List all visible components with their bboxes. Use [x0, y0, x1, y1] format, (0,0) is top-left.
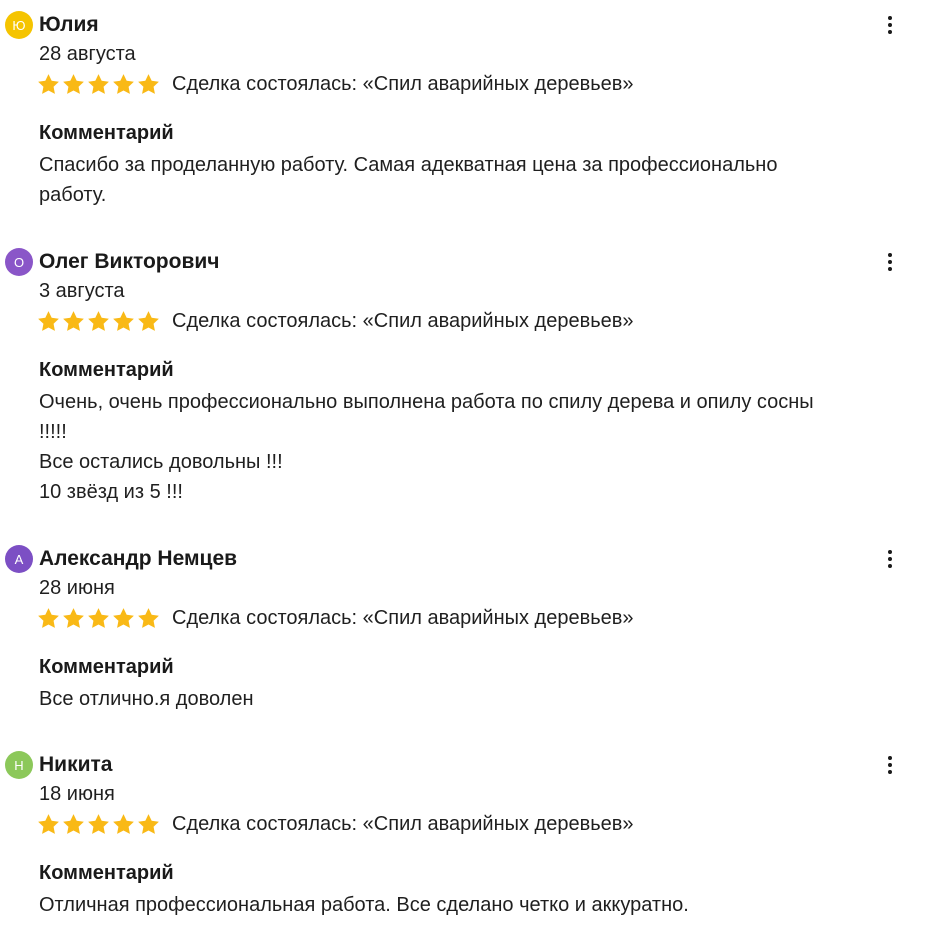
review-date: 28 августа [39, 43, 136, 65]
rating-row: Сделка состоялась: «Спил аварийных дерев… [37, 809, 634, 839]
comment-text: Все отлично.я доволен [39, 684, 899, 714]
comment-line: !!!!! [39, 421, 67, 443]
rating-row: Сделка состоялась: «Спил аварийных дерев… [37, 69, 634, 99]
rating-row: Сделка состоялась: «Спил аварийных дерев… [37, 306, 634, 336]
comment-heading: Комментарий [39, 656, 174, 678]
comment-heading: Комментарий [39, 862, 174, 884]
comment-line: Спасибо за проделанную работу. Самая аде… [39, 154, 778, 176]
avatar[interactable]: Н [5, 751, 33, 779]
star-rating [37, 310, 160, 333]
comment-heading: Комментарий [39, 122, 174, 144]
star-icon [113, 310, 134, 331]
star-icon [63, 310, 84, 331]
star-icon [88, 607, 109, 628]
comment-line: работу. [39, 184, 107, 206]
reviewer-name[interactable]: Олег Викторович [39, 246, 219, 278]
star-icon [63, 607, 84, 628]
star-icon [113, 73, 134, 94]
deal-status: Сделка состоялась: «Спил аварийных дерев… [172, 310, 634, 332]
star-icon [38, 310, 59, 331]
comment-line: 10 звёзд из 5 !!! [39, 481, 183, 503]
review-date: 3 августа [39, 280, 125, 302]
review-card: Н Никита 18 июня Сделка состоялась: «Спи… [0, 749, 925, 919]
star-icon [138, 813, 159, 834]
star-icon [63, 813, 84, 834]
comment-line: Все отлично.я доволен [39, 688, 254, 710]
star-icon [113, 607, 134, 628]
star-rating [37, 607, 160, 630]
avatar[interactable]: О [5, 248, 33, 276]
star-icon [38, 813, 59, 834]
comment-line: Все остались довольны !!! [39, 451, 283, 473]
more-options-icon[interactable] [878, 248, 902, 276]
star-icon [63, 73, 84, 94]
comment-heading: Комментарий [39, 359, 174, 381]
star-icon [113, 813, 134, 834]
star-icon [138, 310, 159, 331]
comment-text: Спасибо за проделанную работу. Самая аде… [39, 150, 899, 210]
star-icon [138, 607, 159, 628]
star-rating [37, 813, 160, 836]
star-icon [138, 73, 159, 94]
comment-text: Отличная профессиональная работа. Все сд… [39, 890, 899, 920]
more-options-icon[interactable] [878, 11, 902, 39]
deal-status: Сделка состоялась: «Спил аварийных дерев… [172, 73, 634, 95]
star-rating [37, 73, 160, 96]
star-icon [88, 73, 109, 94]
star-icon [38, 607, 59, 628]
deal-status: Сделка состоялась: «Спил аварийных дерев… [172, 607, 634, 629]
more-options-icon[interactable] [878, 751, 902, 779]
review-card: О Олег Викторович 3 августа Сделка состо… [0, 246, 925, 506]
comment-line: Очень, очень профессионально выполнена р… [39, 391, 814, 413]
avatar[interactable]: Ю [5, 11, 33, 39]
review-card: А Александр Немцев 28 июня Сделка состоя… [0, 543, 925, 713]
reviewer-name[interactable]: Юлия [39, 9, 99, 41]
rating-row: Сделка состоялась: «Спил аварийных дерев… [37, 603, 634, 633]
review-date: 28 июня [39, 577, 115, 599]
comment-line: Отличная профессиональная работа. Все сд… [39, 894, 689, 916]
reviewer-name[interactable]: Александр Немцев [39, 543, 237, 575]
avatar[interactable]: А [5, 545, 33, 573]
deal-status: Сделка состоялась: «Спил аварийных дерев… [172, 813, 634, 835]
more-options-icon[interactable] [878, 545, 902, 573]
star-icon [88, 813, 109, 834]
star-icon [38, 73, 59, 94]
star-icon [88, 310, 109, 331]
reviewer-name[interactable]: Никита [39, 749, 112, 781]
review-card: Ю Юлия 28 августа Сделка состоялась: «Сп… [0, 9, 925, 209]
comment-text: Очень, очень профессионально выполнена р… [39, 387, 899, 507]
review-date: 18 июня [39, 783, 115, 805]
